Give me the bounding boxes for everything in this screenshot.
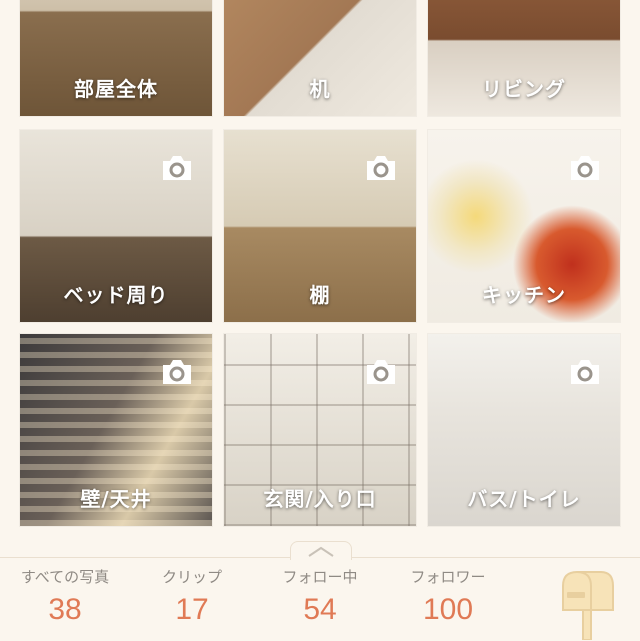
stat-all-photos[interactable]: すべての写真 38 (5, 566, 125, 627)
category-label: 棚 (309, 283, 331, 307)
camera-icon[interactable] (568, 152, 602, 182)
category-grid: 部屋全体 机 リビング ベッド周り 棚 キッチン 壁/天井 玄関/入り口 バス/… (0, 0, 640, 540)
stat-value: 17 (175, 593, 209, 626)
stat-value: 100 (422, 593, 474, 626)
category-tile-desk[interactable]: 机 (224, 0, 416, 116)
stat-followers[interactable]: フォロワー 100 (388, 566, 508, 627)
camera-icon[interactable] (160, 356, 194, 386)
mailbox-icon[interactable] (555, 566, 619, 640)
category-label: リビング (482, 77, 566, 101)
category-label: バス/トイレ (467, 487, 581, 511)
category-tile-wall[interactable]: 壁/天井 (20, 334, 212, 526)
category-label: ベッド周り (63, 283, 169, 307)
category-tile-shelf[interactable]: 棚 (224, 130, 416, 322)
category-label: 机 (309, 77, 331, 101)
stat-value: 54 (303, 593, 337, 626)
category-tile-entrance[interactable]: 玄関/入り口 (224, 334, 416, 526)
camera-icon[interactable] (364, 356, 398, 386)
stat-clips[interactable]: クリップ 17 (132, 566, 252, 627)
category-tile-kitchen[interactable]: キッチン (428, 130, 620, 322)
stat-following[interactable]: フォロー中 54 (260, 566, 380, 627)
category-tile-bath[interactable]: バス/トイレ (428, 334, 620, 526)
drawer-handle[interactable] (290, 541, 352, 560)
chevron-up-icon (308, 546, 334, 557)
stat-label: クリップ (161, 568, 222, 586)
category-tile-room[interactable]: 部屋全体 (20, 0, 212, 116)
category-tile-bed[interactable]: ベッド周り (20, 130, 212, 322)
category-label: キッチン (482, 283, 566, 307)
stat-label: フォロワー (410, 568, 486, 586)
stat-label: フォロー中 (282, 568, 358, 586)
category-label: 壁/天井 (80, 487, 152, 511)
stat-value: 38 (48, 593, 82, 626)
camera-icon[interactable] (160, 152, 194, 182)
category-label: 部屋全体 (74, 77, 158, 101)
category-label: 玄関/入り口 (263, 487, 377, 511)
category-tile-living[interactable]: リビング (428, 0, 620, 116)
camera-icon[interactable] (364, 152, 398, 182)
camera-icon[interactable] (568, 356, 602, 386)
stat-label: すべての写真 (20, 568, 110, 586)
